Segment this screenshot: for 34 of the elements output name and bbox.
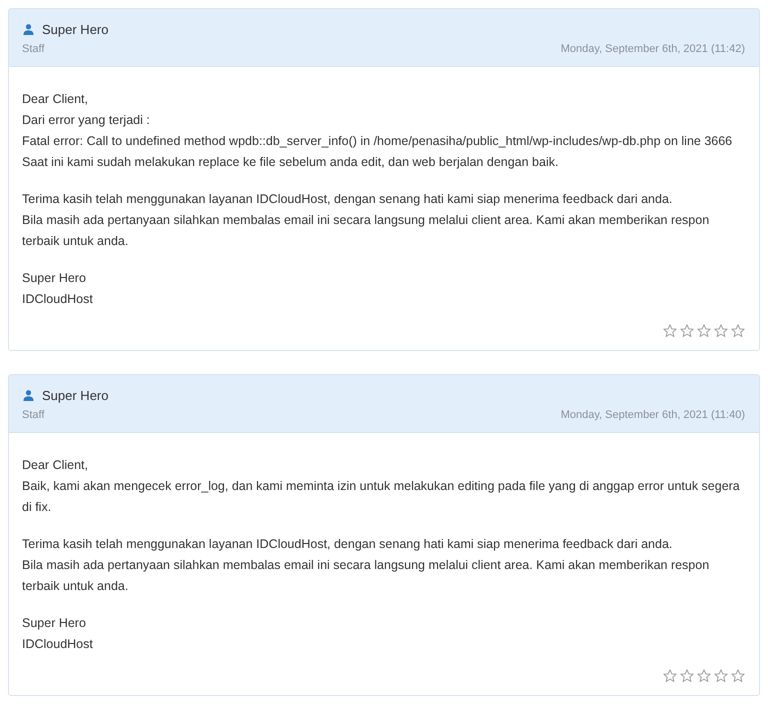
message-text: IDCloudHost [22,636,94,653]
message-text: Dear Client, [22,91,89,108]
author-role: Staff [22,408,44,420]
message-text: Super Hero [22,615,87,632]
message-date: Monday, September 6th, 2021 (11:40) [560,408,745,420]
star-icon[interactable] [714,669,728,683]
user-icon [23,24,34,34]
star-rating[interactable] [663,324,745,338]
star-icon[interactable] [714,324,728,338]
message-text: Terima kasih telah menggunakan layanan IDCloudHost, dengan senang hati kami siap menerima feedback dari anda. [22,536,674,553]
star-rating[interactable] [663,669,745,683]
author-name: Super Hero [42,388,108,402]
author-role: Staff [22,42,44,54]
user-icon [23,390,34,400]
star-icon[interactable] [731,324,745,338]
message-text: IDCloudHost [22,291,94,308]
message-text: Bila masih ada pertanyaan silahkan membalas email ini secara langsung melalui client area. Kami akan memberikan respon terbaik untuk anda. [22,557,710,595]
author-name: Super Hero [42,22,108,36]
message-text: Super Hero [22,270,87,287]
message-text: Saat ini kami sudah melakukan replace ke file sebelum anda edit, dan web berjalan dengan baik. [22,154,560,171]
star-icon[interactable] [697,669,711,683]
star-icon[interactable] [731,669,745,683]
message-text: Baik, kami akan mengecek error_log, dan kami meminta izin untuk melakukan editing pada file yang di anggap error untuk segera di fix. [22,478,741,516]
message-text: Bila masih ada pertanyaan silahkan membalas email ini secara langsung melalui client area. Kami akan memberikan respon terbaik untuk anda. [22,212,710,250]
star-icon[interactable] [680,324,694,338]
star-icon[interactable] [663,669,677,683]
star-icon[interactable] [697,324,711,338]
message-date: Monday, September 6th, 2021 (11:42) [560,42,745,54]
star-icon[interactable] [663,324,677,338]
message-text: Dear Client, [22,457,89,474]
message-text: Fatal error: Call to undefined method wpdb::db_server_info() in /home/penasiha/public_html/wp-includes/wp-db.php on line 3666 [22,133,734,150]
star-icon[interactable] [680,669,694,683]
message-text: Terima kasih telah menggunakan layanan IDCloudHost, dengan senang hati kami siap menerima feedback dari anda. [22,191,674,208]
message-text: Dari error yang terjadi : [22,112,151,129]
